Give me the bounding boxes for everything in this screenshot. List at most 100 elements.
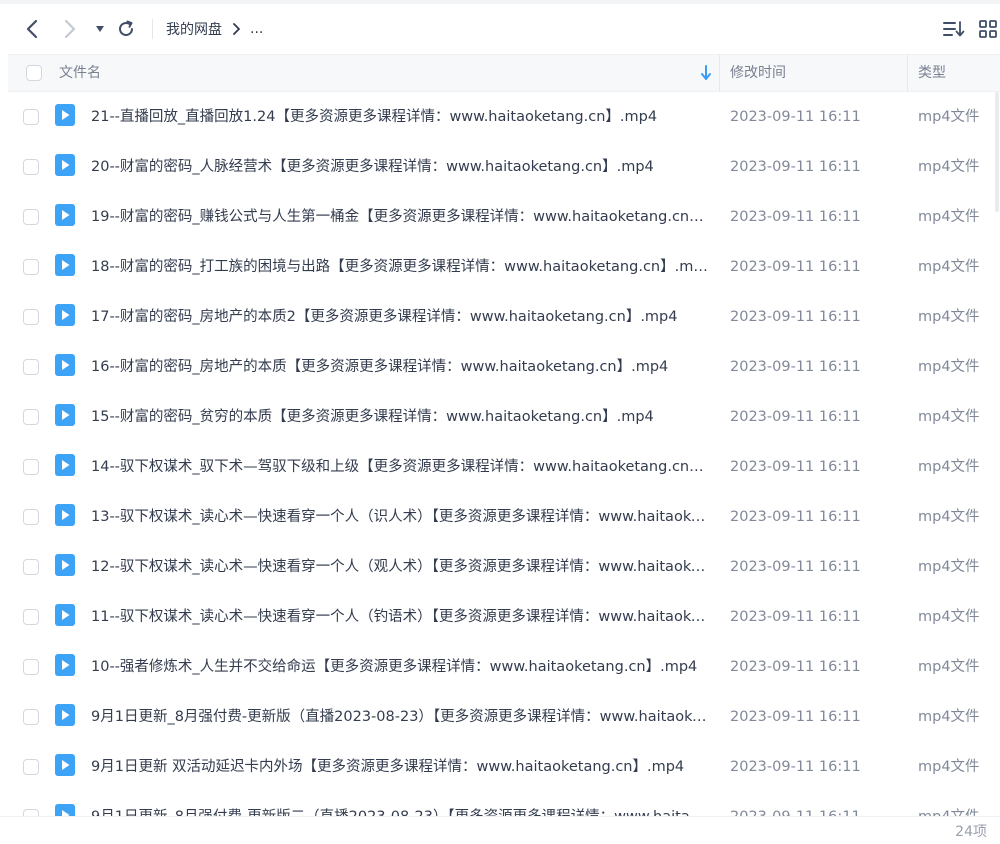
file-name: 15--财富的密码_贫穷的本质【更多资源更多课程详情：www.haitaoket… — [91, 409, 654, 425]
file-modified-time: 2023-09-11 16:11 — [730, 359, 861, 375]
video-file-icon — [55, 754, 75, 776]
file-name: 9月1日更新 双活动延迟卡内外场【更多资源更多课程详情：www.haitaoke… — [91, 759, 685, 775]
file-modified-time: 2023-09-11 16:11 — [730, 659, 861, 675]
video-file-icon — [55, 654, 75, 676]
forward-button[interactable] — [54, 4, 86, 54]
file-row[interactable]: 9月1日更新_8月强付费-更新版二（直播2023-08-23）【更多资源更多课程… — [8, 792, 1000, 816]
file-modified-time: 2023-09-11 16:11 — [730, 109, 861, 125]
file-name: 9月1日更新_8月强付费-更新版（直播2023-08-23）【更多资源更多课程详… — [91, 709, 711, 725]
file-type: mp4文件 — [918, 259, 980, 275]
file-name: 11--驭下权谋术_读心术—快速看穿一个人（钓语术）【更多资源更多课程详情：ww… — [91, 609, 711, 625]
sort-list-icon — [943, 21, 965, 37]
file-type: mp4文件 — [918, 159, 980, 175]
row-checkbox[interactable] — [23, 609, 39, 625]
file-row[interactable]: 12--驭下权谋术_读心术—快速看穿一个人（观人术）【更多资源更多课程详情：ww… — [8, 542, 1000, 592]
file-row[interactable]: 17--财富的密码_房地产的本质2【更多资源更多课程详情：www.haitaok… — [8, 292, 1000, 342]
file-type: mp4文件 — [918, 309, 980, 325]
file-list-header: 文件名 修改时间 类型 — [8, 54, 1000, 92]
video-file-icon — [55, 454, 75, 476]
row-checkbox[interactable] — [23, 709, 39, 725]
video-file-icon — [55, 204, 75, 226]
file-type: mp4文件 — [918, 709, 980, 725]
sort-arrow-down-icon[interactable] — [699, 64, 713, 82]
row-checkbox[interactable] — [23, 209, 39, 225]
file-modified-time: 2023-09-11 16:11 — [730, 409, 861, 425]
caret-down-icon — [96, 26, 104, 32]
vertical-scrollbar[interactable] — [994, 92, 1000, 212]
file-row[interactable]: 11--驭下权谋术_读心术—快速看穿一个人（钓语术）【更多资源更多课程详情：ww… — [8, 592, 1000, 642]
row-checkbox[interactable] — [23, 159, 39, 175]
row-checkbox[interactable] — [23, 109, 39, 125]
toolbar: 我的网盘 ... — [0, 4, 1000, 54]
file-name: 18--财富的密码_打工族的困境与出路【更多资源更多课程详情：www.haita… — [91, 259, 711, 275]
file-type: mp4文件 — [918, 409, 980, 425]
file-name: 9月1日更新_8月强付费-更新版二（直播2023-08-23）【更多资源更多课程… — [91, 792, 711, 816]
file-row[interactable]: 9月1日更新 双活动延迟卡内外场【更多资源更多课程详情：www.haitaoke… — [8, 742, 1000, 792]
file-modified-time: 2023-09-11 16:11 — [730, 159, 861, 175]
column-divider[interactable] — [907, 55, 908, 91]
breadcrumb-more[interactable]: ... — [250, 21, 263, 37]
file-row[interactable]: 14--驭下权谋术_驭下术—驾驭下级和上级【更多资源更多课程详情：www.hai… — [8, 442, 1000, 492]
file-list: 21--直播回放_直播回放1.24【更多资源更多课程详情：www.haitaok… — [8, 92, 1000, 816]
file-name: 19--财富的密码_赚钱公式与人生第一桶金【更多资源更多课程详情：www.hai… — [91, 209, 711, 225]
row-checkbox[interactable] — [23, 259, 39, 275]
file-modified-time: 2023-09-11 16:11 — [730, 559, 861, 575]
file-row[interactable]: 18--财富的密码_打工族的困境与出路【更多资源更多课程详情：www.haita… — [8, 242, 1000, 292]
row-checkbox[interactable] — [23, 559, 39, 575]
column-header-name[interactable]: 文件名 — [59, 55, 101, 91]
file-modified-time: 2023-09-11 16:11 — [730, 209, 861, 225]
row-checkbox[interactable] — [23, 309, 39, 325]
file-row[interactable]: 13--驭下权谋术_读心术—快速看穿一个人（识人术）【更多资源更多课程详情：ww… — [8, 492, 1000, 542]
file-row[interactable]: 15--财富的密码_贫穷的本质【更多资源更多课程详情：www.haitaoket… — [8, 392, 1000, 442]
column-divider[interactable] — [719, 55, 720, 91]
file-row[interactable]: 9月1日更新_8月强付费-更新版（直播2023-08-23）【更多资源更多课程详… — [8, 692, 1000, 742]
column-header-type[interactable]: 类型 — [918, 55, 946, 91]
file-name: 17--财富的密码_房地产的本质2【更多资源更多课程详情：www.haitaok… — [91, 309, 678, 325]
chevron-right-icon — [64, 19, 76, 39]
file-type: mp4文件 — [918, 459, 980, 475]
select-all-checkbox[interactable] — [26, 65, 42, 81]
column-header-mtime[interactable]: 修改时间 — [730, 55, 786, 91]
file-modified-time: 2023-09-11 16:11 — [730, 759, 861, 775]
row-checkbox[interactable] — [23, 459, 39, 475]
sort-button[interactable] — [940, 14, 968, 44]
file-modified-time: 2023-09-11 16:11 — [730, 609, 861, 625]
row-checkbox[interactable] — [23, 509, 39, 525]
status-bar: 24项 — [0, 816, 1000, 844]
file-type: mp4文件 — [918, 509, 980, 525]
file-manager-window: 我的网盘 ... 文件名 修改时间 类型 21--直播回放_直播回放1.24【更… — [0, 0, 1000, 844]
video-file-icon — [55, 704, 75, 726]
breadcrumb: 我的网盘 ... — [166, 4, 263, 54]
video-file-icon — [55, 504, 75, 526]
video-file-icon — [55, 104, 75, 126]
video-file-icon — [55, 254, 75, 276]
breadcrumb-separator-icon — [232, 23, 240, 35]
video-file-icon — [55, 804, 75, 816]
file-row[interactable]: 21--直播回放_直播回放1.24【更多资源更多课程详情：www.haitaok… — [8, 92, 1000, 142]
file-row[interactable]: 16--财富的密码_房地产的本质【更多资源更多课程详情：www.haitaoke… — [8, 342, 1000, 392]
grid-view-button[interactable] — [974, 14, 1000, 44]
back-button[interactable] — [16, 4, 48, 54]
file-modified-time: 2023-09-11 16:11 — [730, 792, 861, 816]
file-type: mp4文件 — [918, 659, 980, 675]
row-checkbox[interactable] — [23, 809, 39, 816]
video-file-icon — [55, 404, 75, 426]
file-name: 14--驭下权谋术_驭下术—驾驭下级和上级【更多资源更多课程详情：www.hai… — [91, 459, 711, 475]
breadcrumb-root[interactable]: 我的网盘 — [166, 19, 222, 39]
file-name: 13--驭下权谋术_读心术—快速看穿一个人（识人术）【更多资源更多课程详情：ww… — [91, 509, 711, 525]
file-row[interactable]: 10--强者修炼术_人生并不交给命运【更多资源更多课程详情：www.haitao… — [8, 642, 1000, 692]
video-file-icon — [55, 304, 75, 326]
file-row[interactable]: 19--财富的密码_赚钱公式与人生第一桶金【更多资源更多课程详情：www.hai… — [8, 192, 1000, 242]
row-checkbox[interactable] — [23, 359, 39, 375]
file-type: mp4文件 — [918, 209, 980, 225]
file-row[interactable]: 20--财富的密码_人脉经营术【更多资源更多课程详情：www.haitaoket… — [8, 142, 1000, 192]
row-checkbox[interactable] — [23, 409, 39, 425]
file-name: 21--直播回放_直播回放1.24【更多资源更多课程详情：www.haitaok… — [91, 109, 658, 125]
row-checkbox[interactable] — [23, 759, 39, 775]
item-count: 24项 — [955, 824, 987, 840]
row-checkbox[interactable] — [23, 659, 39, 675]
file-modified-time: 2023-09-11 16:11 — [730, 709, 861, 725]
file-modified-time: 2023-09-11 16:11 — [730, 509, 861, 525]
file-name: 10--强者修炼术_人生并不交给命运【更多资源更多课程详情：www.haitao… — [91, 659, 698, 675]
refresh-button[interactable] — [110, 4, 142, 54]
